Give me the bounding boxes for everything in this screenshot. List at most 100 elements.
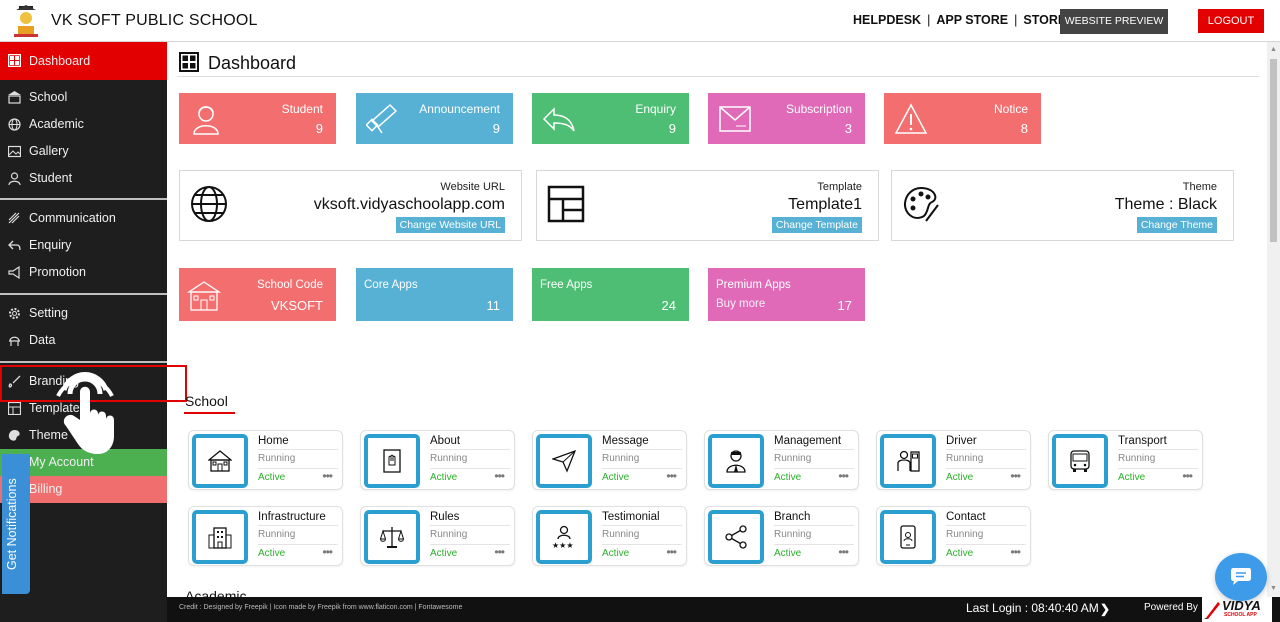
sidebar-item-label: School — [29, 90, 68, 104]
template-icon — [547, 185, 585, 223]
page-scrollbar[interactable]: ▲ ▼ — [1267, 42, 1280, 597]
student-stat-card[interactable]: Student 9 — [179, 93, 336, 144]
student-icon — [8, 172, 21, 185]
module-card-message[interactable]: Message Running Active ••• — [532, 430, 687, 490]
scroll-down-arrow-icon[interactable]: ▼ — [1270, 585, 1277, 592]
module-card-driver[interactable]: Driver Running Active ••• — [876, 430, 1031, 490]
sidebar-divider — [0, 293, 167, 295]
website-preview-button[interactable]: WEBSITE PREVIEW — [1060, 9, 1168, 34]
announcement-stat-card[interactable]: Announcement 9 — [356, 93, 513, 144]
module-card-infrastructure[interactable]: Infrastructure Running Active ••• — [188, 506, 343, 566]
module-status: Running — [1118, 453, 1156, 464]
sidebar-item-dashboard[interactable]: Dashboard — [0, 42, 167, 80]
subscription-stat-card[interactable]: Subscription 3 — [708, 93, 865, 144]
more-options-icon[interactable]: ••• — [322, 545, 333, 559]
palette-icon — [903, 186, 939, 222]
svg-text:★★★: ★★★ — [552, 541, 574, 549]
building-icon — [208, 527, 232, 549]
megaphone-icon — [366, 103, 398, 134]
sidebar-item-data[interactable]: Data — [0, 327, 167, 354]
module-card-contact[interactable]: Contact Running Active ••• — [876, 506, 1031, 566]
module-active-state: Active — [602, 472, 630, 483]
module-icon-frame — [536, 434, 592, 488]
scroll-up-arrow-icon[interactable]: ▲ — [1270, 46, 1277, 53]
more-options-icon[interactable]: ••• — [322, 469, 333, 483]
app-card-label: Core Apps — [364, 279, 418, 291]
module-card-management[interactable]: Management Running Active ••• — [704, 430, 859, 490]
mail-icon — [719, 106, 751, 132]
buy-more-link[interactable]: Buy more — [716, 298, 765, 310]
module-divider — [430, 525, 510, 526]
premium-apps-card[interactable]: Premium Apps Buy more 17 — [708, 268, 865, 321]
module-active-state: Active — [430, 548, 458, 559]
module-card-testimonial[interactable]: ★★★ Testimonial Running Active ••• — [532, 506, 687, 566]
reply-icon — [542, 107, 575, 132]
module-name: Rules — [430, 511, 460, 523]
more-options-icon[interactable]: ••• — [494, 469, 505, 483]
get-notifications-label: Get Notifications — [5, 478, 19, 570]
module-card-branch[interactable]: Branch Running Active ••• — [704, 506, 859, 566]
school-icon — [8, 91, 21, 104]
module-card-home[interactable]: Home Running Active ••• — [188, 430, 343, 490]
module-status: Running — [602, 529, 640, 540]
sidebar-item-student[interactable]: Student — [0, 165, 167, 192]
module-card-rules[interactable]: Rules Running Active ••• — [360, 506, 515, 566]
more-options-icon[interactable]: ••• — [666, 469, 677, 483]
sidebar-item-setting[interactable]: Setting — [0, 300, 167, 327]
stat-label: Subscription — [785, 102, 852, 116]
more-options-icon[interactable]: ••• — [838, 469, 849, 483]
document-hand-icon — [383, 449, 401, 473]
stat-label: Student — [281, 102, 323, 116]
more-options-icon[interactable]: ••• — [1182, 469, 1193, 483]
more-options-icon[interactable]: ••• — [666, 545, 677, 559]
premium-apps-count: 17 — [837, 298, 852, 313]
scales-icon — [380, 527, 404, 548]
change-theme-button[interactable]: Change Theme — [1136, 217, 1217, 233]
helpdesk-link[interactable]: HELPDESK — [853, 13, 921, 27]
template-value: Template1 — [788, 196, 862, 213]
dashboard-icon — [8, 54, 21, 67]
chevron-right-icon[interactable]: ❯ — [1100, 602, 1110, 616]
change-website-url-button[interactable]: Change Website URL — [395, 217, 505, 233]
scroll-thumb[interactable] — [1270, 59, 1277, 242]
module-card-transport[interactable]: Transport Running Active ••• — [1048, 430, 1203, 490]
sidebar-item-label: Communication — [29, 211, 116, 225]
sidebar-item-school[interactable]: School — [0, 84, 167, 111]
sidebar-item-enquiry[interactable]: Enquiry — [0, 232, 167, 259]
website-url-value: vksoft.vidyaschoolapp.com — [313, 196, 505, 213]
more-options-icon[interactable]: ••• — [494, 545, 505, 559]
module-name: Driver — [946, 435, 977, 447]
free-apps-card[interactable]: Free Apps 24 — [532, 268, 689, 321]
theme-card: Theme Theme : Black Change Theme — [891, 170, 1234, 241]
module-divider — [258, 525, 338, 526]
bus-icon — [1070, 450, 1090, 472]
more-options-icon[interactable]: ••• — [1010, 545, 1021, 559]
more-options-icon[interactable]: ••• — [1010, 469, 1021, 483]
sidebar-item-communication[interactable]: Communication — [0, 205, 167, 232]
sidebar-item-promotion[interactable]: Promotion — [0, 259, 167, 286]
notice-stat-card[interactable]: Notice 8 — [884, 93, 1041, 144]
core-apps-card[interactable]: Core Apps 11 — [356, 268, 513, 321]
chat-button[interactable] — [1215, 553, 1267, 601]
module-card-about[interactable]: About Running Active ••• — [360, 430, 515, 490]
app-store-link[interactable]: APP STORE — [936, 13, 1008, 27]
module-divider — [258, 449, 338, 450]
module-name: Transport — [1118, 435, 1167, 447]
more-options-icon[interactable]: ••• — [838, 545, 849, 559]
info-label: Template — [817, 181, 862, 193]
phone-icon — [900, 525, 916, 549]
module-active-state: Active — [946, 548, 974, 559]
chat-icon — [1231, 568, 1251, 585]
enquiry-stat-card[interactable]: Enquiry 9 — [532, 93, 689, 144]
info-label: Theme — [1182, 181, 1217, 193]
warning-icon — [894, 103, 928, 134]
stat-value: 9 — [492, 121, 500, 136]
change-template-button[interactable]: Change Template — [771, 217, 862, 233]
module-divider — [602, 449, 682, 450]
sidebar-item-gallery[interactable]: Gallery — [0, 138, 167, 165]
logout-button[interactable]: LOGOUT — [1198, 9, 1264, 33]
app-card-label: School Code — [257, 279, 323, 291]
sidebar-item-label: Promotion — [29, 265, 86, 279]
sidebar-item-academic[interactable]: Academic — [0, 111, 167, 138]
globe-icon — [8, 118, 21, 131]
